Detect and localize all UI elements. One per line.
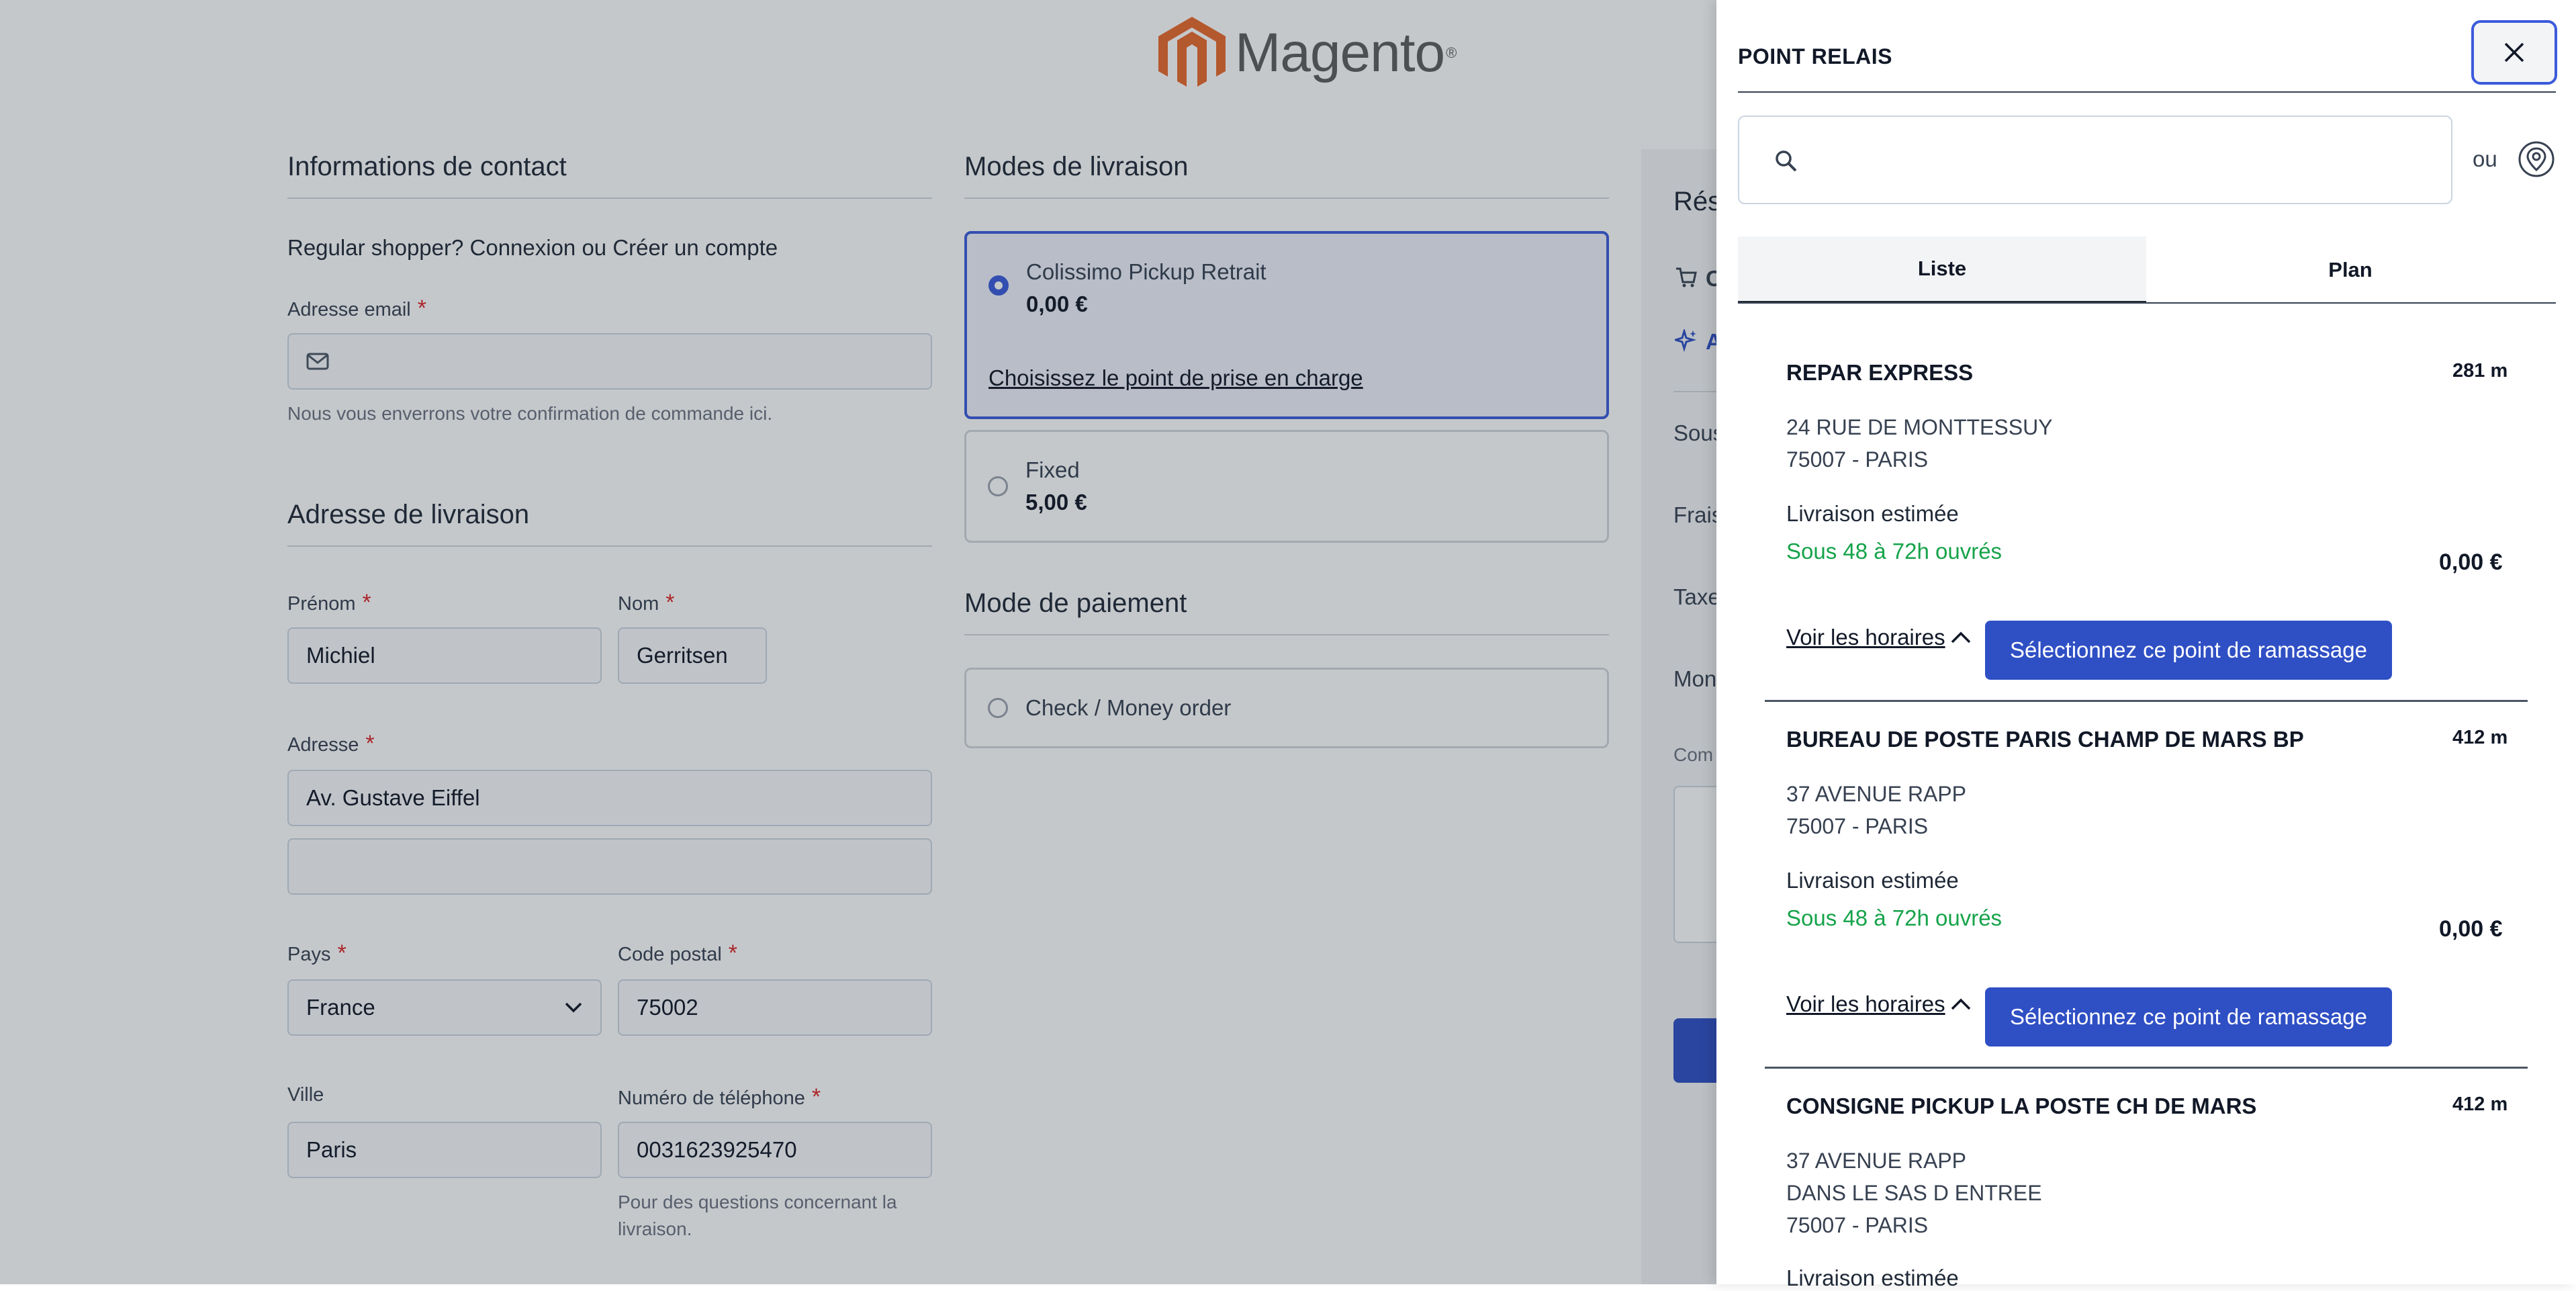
tab-plan[interactable]: Plan <box>2146 236 2555 304</box>
pickup-point-address-line: 37 AVENUE RAPP <box>1786 782 1966 806</box>
delivery-estimate-delay: Sous 48 à 72h ouvrés <box>1786 539 2003 564</box>
pickup-point-divider <box>1765 700 2528 702</box>
drawer-title: POINT RELAIS <box>1738 44 1893 69</box>
pickup-search-input[interactable] <box>1813 137 2420 185</box>
delivery-estimate-label: Livraison estimée <box>1786 501 1959 526</box>
drawer-title-divider <box>1738 91 2556 93</box>
pickup-point-distance: 281 m <box>2452 360 2508 382</box>
pickup-point-distance: 412 m <box>2452 1094 2508 1115</box>
pickup-point-address-line: DANS LE SAS D ENTREE <box>1786 1181 2042 1205</box>
pickup-point-name: CONSIGNE PICKUP LA POSTE CH DE MARS <box>1786 1094 2257 1118</box>
pickup-point-divider <box>1765 1067 2528 1069</box>
chevron-up-icon[interactable] <box>1950 997 1972 1012</box>
view-hours-link[interactable]: Voir les horaires <box>1786 625 1945 650</box>
modal-backdrop[interactable] <box>0 0 1716 1284</box>
pickup-point-name: REPAR EXPRESS <box>1786 360 1974 385</box>
chevron-up-icon[interactable] <box>1950 630 1972 645</box>
search-icon <box>1776 150 1797 172</box>
pickup-point-price: 0,00 € <box>2439 549 2503 575</box>
tab-liste[interactable]: Liste <box>1738 236 2146 304</box>
delivery-estimate-label: Livraison estimée <box>1786 868 1959 893</box>
select-pickup-point-button[interactable]: Sélectionnez ce point de ramassage <box>1985 621 2392 680</box>
pickup-point-address-line: 75007 - PARIS <box>1786 447 1929 472</box>
close-button[interactable] <box>2471 20 2557 85</box>
close-icon <box>2504 42 2524 62</box>
pickup-point-address-line: 24 RUE DE MONTTESSUY <box>1786 415 2053 439</box>
pickup-point-address-line: 75007 - PARIS <box>1786 814 1929 838</box>
pickup-point-distance: 412 m <box>2452 727 2508 748</box>
pickup-search-field[interactable] <box>1738 116 2452 204</box>
view-hours-link[interactable]: Voir les horaires <box>1786 991 1945 1017</box>
delivery-estimate-delay: Sous 48 à 72h ouvrés <box>1786 905 2003 930</box>
geolocation-icon[interactable] <box>2517 140 2556 179</box>
delivery-estimate-label: Livraison estimée <box>1786 1265 1959 1290</box>
pickup-point-price: 0,00 € <box>2439 916 2503 942</box>
or-label: ou <box>2473 146 2497 171</box>
pickup-point-address-line: 37 AVENUE RAPP <box>1786 1149 1966 1173</box>
pickup-point-address-line: 75007 - PARIS <box>1786 1213 1929 1237</box>
select-pickup-point-button[interactable]: Sélectionnez ce point de ramassage <box>1985 987 2392 1047</box>
pickup-point-name: BUREAU DE POSTE PARIS CHAMP DE MARS BP <box>1786 727 2304 752</box>
tabs-divider <box>1738 302 2556 304</box>
